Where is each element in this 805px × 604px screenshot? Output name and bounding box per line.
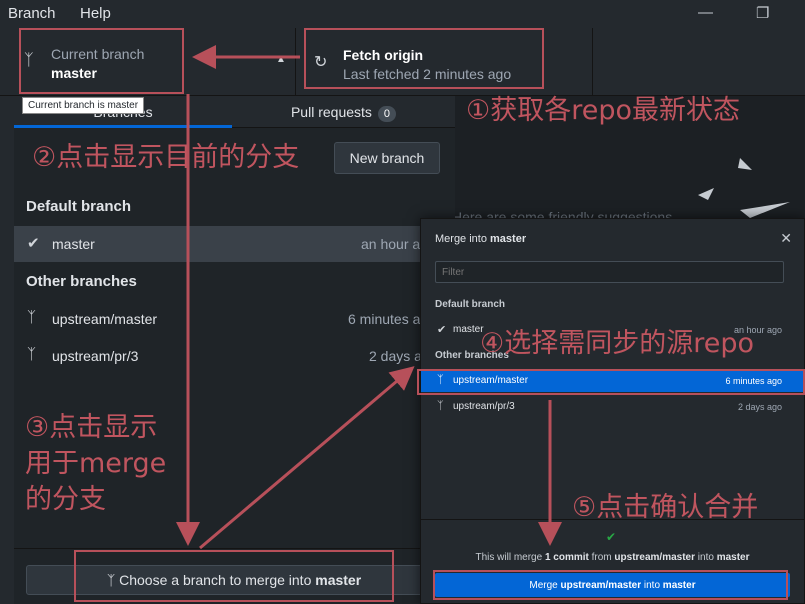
annotation-box-upstream [417,369,805,395]
annotation-box-current-branch [19,28,184,94]
pr-count-badge: 0 [377,106,397,122]
annotation-3-line1: ③点击显示 [25,412,158,443]
summary-2: from [588,552,615,563]
branch-name: master [52,236,95,252]
annotation-box-choose [74,550,394,602]
menu-bar: Branch Help — ❐ [0,0,805,28]
branch-name: upstream/pr/3 [453,401,515,412]
dialog-title-target: master [490,233,527,245]
annotation-4: ④选择需同步的源repo [480,328,754,359]
success-check-icon: ✔ [606,530,617,544]
branch-icon: ᛉ [27,309,37,326]
annotation-1: ①获取各repo最新状态 [466,95,740,126]
branch-time: 2 days ago [737,402,782,412]
branch-row-master[interactable]: ✔ master an hour ago [14,226,455,262]
other-branches-heading: Other branches [26,273,137,290]
tab-pull-requests[interactable]: Pull requests 0 [232,96,455,128]
branch-row-upstream-master[interactable]: ᛉ upstream/master 6 minutes ago [14,301,455,337]
merge-summary: This will merge 1 commit from upstream/m… [421,552,804,563]
summary-target: master [716,552,750,563]
dialog-default-heading: Default branch [435,299,506,310]
branch-name: master [453,324,484,335]
merge-dialog: Merge into master ✕ Default branch ✔ mas… [420,218,805,604]
current-branch-tooltip: Current branch is master [22,97,145,114]
annotation-2: ②点击显示目前的分支 [32,142,300,173]
new-branch-button[interactable]: New branch [334,142,440,174]
annotation-5: ⑤点击确认合并 [572,492,759,523]
branch-name: upstream/pr/3 [52,348,139,364]
dialog-title: Merge into master [435,233,526,245]
summary-commits: 1 commit [544,552,589,563]
summary-3: into [695,552,717,563]
dialog-branch-upstream-pr-3[interactable]: ᛉ upstream/pr/3 2 days ago [421,396,804,418]
menu-help[interactable]: Help [80,5,111,22]
close-icon[interactable]: ✕ [780,230,792,247]
branch-filter-input[interactable] [435,261,784,283]
branch-name: upstream/master [52,311,158,327]
check-icon: ✔ [27,235,40,252]
annotation-3-line3: 的分支 [25,484,106,515]
summary-1: This will merge [475,552,545,563]
decoration-icon [698,158,790,218]
minimize-icon[interactable]: — [698,4,713,21]
check-icon: ✔ [437,324,447,336]
restore-icon[interactable]: ❐ [756,4,769,22]
caret-up-icon: ▲ [276,54,286,65]
branch-icon: ᛉ [437,400,444,412]
menu-branch[interactable]: Branch [8,5,56,22]
annotation-box-fetch [304,28,544,89]
summary-source: upstream/master [614,552,696,563]
annotation-3-line2: 用于merge [25,448,167,479]
tab-pull-requests-label: Pull requests [290,104,372,120]
dialog-title-prefix: Merge into [435,233,491,245]
branch-icon: ᛉ [27,346,37,363]
branch-row-upstream-pr-3[interactable]: ᛉ upstream/pr/3 2 days ago [14,338,455,374]
annotation-box-merge [433,570,788,600]
default-branch-heading: Default branch [26,198,132,215]
